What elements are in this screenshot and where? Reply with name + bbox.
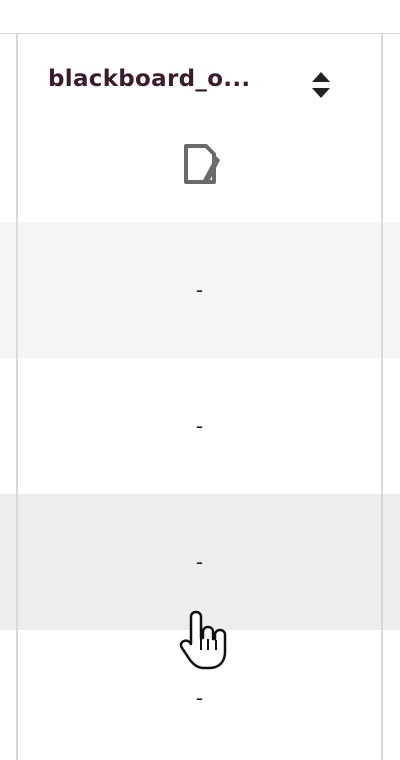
note-document-icon[interactable] — [180, 142, 220, 186]
sort-updown-icon[interactable] — [310, 70, 332, 100]
table-column-view: blackboard_o... - - - - — [0, 0, 400, 760]
table-row: - — [0, 494, 400, 630]
column-header[interactable]: blackboard_o... — [18, 34, 381, 222]
table-cell[interactable]: - — [18, 222, 381, 358]
table-cell[interactable]: - — [18, 630, 381, 760]
column-border-left — [16, 33, 18, 760]
table-top-strip — [0, 0, 400, 34]
table-cell[interactable]: - — [18, 358, 381, 494]
table-cell[interactable]: - — [18, 494, 381, 630]
table-row: - — [0, 222, 400, 358]
table-row: - — [0, 630, 400, 760]
table-row: - — [0, 358, 400, 494]
column-header-title[interactable]: blackboard_o... — [48, 66, 278, 92]
column-border-right[interactable] — [381, 33, 383, 760]
